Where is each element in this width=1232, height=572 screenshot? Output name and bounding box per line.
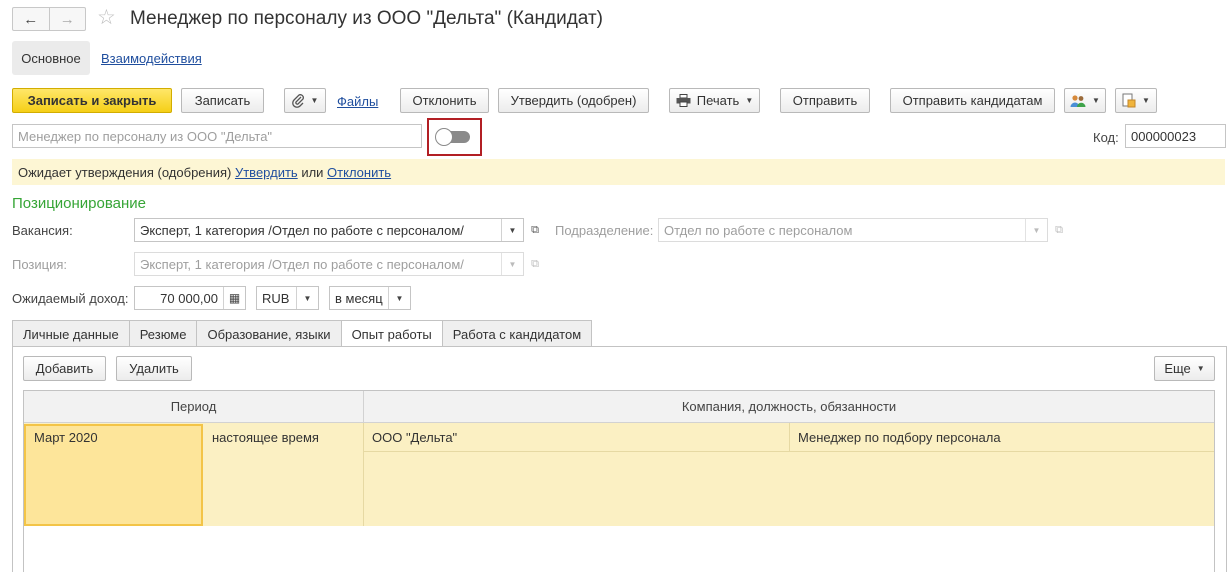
tab-bar: Личные данные Резюме Образование, языки … bbox=[12, 320, 593, 348]
cell-period-from: Март 2020 bbox=[34, 430, 98, 445]
column-period[interactable]: Период bbox=[24, 391, 363, 423]
position-label: Позиция: bbox=[12, 257, 68, 272]
report-icon bbox=[1122, 93, 1136, 108]
status-banner: Ожидает утверждения (одобрения) Утвердит… bbox=[12, 159, 1225, 185]
section-main[interactable]: Основное bbox=[12, 41, 90, 75]
department-value: Отдел по работе с персоналом bbox=[664, 222, 853, 238]
more-label: Еще bbox=[1164, 361, 1191, 376]
paperclip-icon bbox=[291, 93, 304, 108]
files-link[interactable]: Файлы bbox=[337, 94, 378, 109]
status-text: Ожидает утверждения (одобрения) bbox=[18, 164, 232, 180]
period-field[interactable]: в месяц ▼ bbox=[329, 286, 411, 310]
chevron-down-icon: ▼ bbox=[1092, 96, 1100, 105]
department-label: Подразделение: bbox=[555, 223, 654, 238]
delete-button[interactable]: Удалить bbox=[116, 356, 192, 381]
chevron-down-icon[interactable]: ▼ bbox=[296, 287, 318, 309]
send-to-candidates-button[interactable]: Отправить кандидатам bbox=[890, 88, 1055, 113]
approve-button[interactable]: Утвердить (одобрен) bbox=[498, 88, 649, 113]
candidate-name-field[interactable]: Менеджер по персоналу из ООО "Дельта" bbox=[12, 124, 422, 148]
toggle-highlight bbox=[427, 118, 482, 156]
section-interactions-link[interactable]: Взаимодействия bbox=[101, 51, 202, 66]
chevron-down-icon: ▼ bbox=[745, 96, 754, 105]
send-button[interactable]: Отправить bbox=[780, 88, 870, 113]
cell-role: Менеджер по подбору персонала bbox=[798, 430, 1001, 445]
toggle-switch[interactable] bbox=[435, 128, 470, 146]
positioning-title: Позиционирование bbox=[12, 195, 147, 212]
tab-personal-data[interactable]: Личные данные bbox=[12, 320, 130, 347]
tab-candidate-work[interactable]: Работа с кандидатом bbox=[441, 320, 593, 347]
column-company[interactable]: Компания, должность, обязанности bbox=[363, 391, 1214, 423]
row-divider bbox=[363, 451, 1214, 452]
chevron-down-icon[interactable]: ▼ bbox=[1025, 219, 1047, 241]
open-department-icon[interactable]: ⧉ bbox=[1050, 219, 1068, 241]
vacancy-field[interactable]: Эксперт, 1 категория /Отдел по работе с … bbox=[134, 218, 524, 242]
income-label: Ожидаемый доход: bbox=[12, 291, 129, 306]
cell-period-to: настоящее время bbox=[212, 430, 319, 445]
status-or: или bbox=[301, 164, 324, 180]
reject-link[interactable]: Отклонить bbox=[327, 165, 391, 180]
users-icon bbox=[1070, 94, 1086, 107]
users-button[interactable]: ▼ bbox=[1064, 88, 1106, 113]
page-title: Менеджер по персоналу из ООО "Дельта" (К… bbox=[130, 8, 603, 29]
code-label: Код: bbox=[1093, 130, 1119, 145]
save-and-close-button[interactable]: Записать и закрыть bbox=[12, 88, 172, 113]
tab-experience[interactable]: Опыт работы bbox=[340, 320, 443, 348]
currency-field[interactable]: RUB ▼ bbox=[256, 286, 319, 310]
print-label: Печать bbox=[696, 93, 740, 108]
income-field[interactable]: 70 000,00 ▦ bbox=[134, 286, 246, 310]
attach-button[interactable]: ▼ bbox=[284, 88, 326, 113]
save-button[interactable]: Записать bbox=[181, 88, 264, 113]
currency-value: RUB bbox=[262, 290, 290, 306]
reject-button[interactable]: Отклонить bbox=[400, 88, 489, 113]
department-field[interactable]: Отдел по работе с персоналом ▼ bbox=[658, 218, 1048, 242]
star-icon[interactable]: ☆ bbox=[97, 6, 116, 30]
toggle-knob bbox=[435, 128, 453, 146]
income-value: 70 000,00 bbox=[160, 290, 218, 306]
more-button[interactable]: Еще ▼ bbox=[1154, 356, 1215, 381]
vacancy-label: Вакансия: bbox=[12, 223, 73, 238]
navigation-group: ← → bbox=[12, 7, 86, 31]
print-button[interactable]: Печать ▼ bbox=[669, 88, 760, 113]
chevron-down-icon: ▼ bbox=[1142, 96, 1150, 105]
reports-button[interactable]: ▼ bbox=[1115, 88, 1157, 113]
approve-link[interactable]: Утвердить bbox=[235, 165, 298, 180]
tab-education[interactable]: Образование, языки bbox=[196, 320, 342, 347]
open-position-icon[interactable]: ⧉ bbox=[526, 253, 544, 275]
arrow-left-icon: ← bbox=[23, 10, 39, 28]
add-button[interactable]: Добавить bbox=[23, 356, 106, 381]
open-vacancy-icon[interactable]: ⧉ bbox=[526, 219, 544, 241]
calculator-icon[interactable]: ▦ bbox=[223, 287, 245, 309]
forward-button[interactable]: → bbox=[48, 8, 86, 30]
back-button[interactable]: ← bbox=[13, 8, 49, 30]
position-field[interactable]: Эксперт, 1 категория /Отдел по работе с … bbox=[134, 252, 524, 276]
chevron-down-icon[interactable]: ▼ bbox=[388, 287, 410, 309]
cell-company: ООО "Дельта" bbox=[372, 430, 458, 445]
printer-icon bbox=[676, 94, 691, 107]
vacancy-value: Эксперт, 1 категория /Отдел по работе с … bbox=[140, 222, 464, 238]
experience-table[interactable]: Период Компания, должность, обязанности … bbox=[23, 390, 1215, 572]
period-value: в месяц bbox=[335, 290, 383, 306]
code-field[interactable]: 000000023 bbox=[1125, 124, 1226, 148]
chevron-down-icon[interactable]: ▼ bbox=[501, 219, 523, 241]
tab-resume[interactable]: Резюме bbox=[128, 320, 198, 347]
chevron-down-icon[interactable]: ▼ bbox=[501, 253, 523, 275]
position-value: Эксперт, 1 категория /Отдел по работе с … bbox=[140, 256, 464, 272]
arrow-right-icon: → bbox=[59, 10, 75, 28]
chevron-down-icon: ▼ bbox=[1196, 364, 1205, 373]
chevron-down-icon: ▼ bbox=[310, 96, 319, 105]
